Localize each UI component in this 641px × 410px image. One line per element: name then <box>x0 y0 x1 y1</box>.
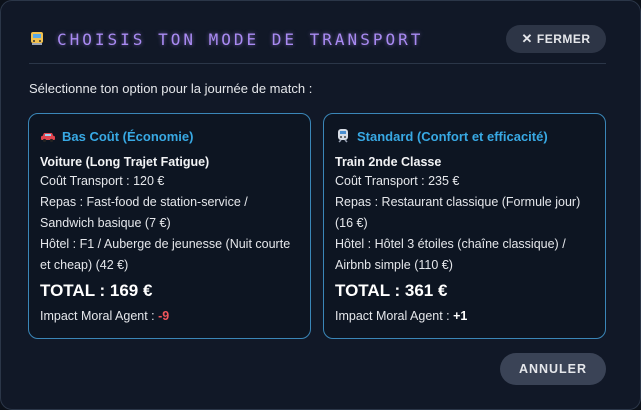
close-icon: ✕ <box>521 31 533 46</box>
transport-modal: CHOISIS TON MODE DE TRANSPORT ✕ FERMER S… <box>0 0 641 410</box>
option-total: TOTAL : 169 € <box>40 281 153 300</box>
modal-title: CHOISIS TON MODE DE TRANSPORT <box>57 29 424 49</box>
close-button-label: FERMER <box>536 32 591 46</box>
moral-value: +1 <box>453 309 468 323</box>
option-moral-impact: Impact Moral Agent : -9 <box>40 306 298 327</box>
modal-header: CHOISIS TON MODE DE TRANSPORT <box>29 27 423 51</box>
option-card-low-cost[interactable]: Bas Coût (Économie) Voiture (Long Trajet… <box>28 113 311 339</box>
option-moral-impact: Impact Moral Agent : +1 <box>335 306 593 327</box>
option-hotel: Hôtel : Hôtel 3 étoiles (chaîne classiqu… <box>335 237 566 272</box>
option-vehicle: Voiture (Long Trajet Fatigue) <box>40 155 210 169</box>
option-vehicle: Train 2nde Classe <box>335 155 442 169</box>
moral-value: -9 <box>158 309 170 323</box>
option-card-heading: Bas Coût (Économie) <box>40 126 298 146</box>
cancel-button[interactable]: ANNULER <box>500 353 606 385</box>
modal-subtitle: Sélectionne ton option pour la journée d… <box>29 81 313 96</box>
option-meal: Repas : Fast-food de station-service / S… <box>40 195 248 230</box>
option-card-heading: Standard (Confort et efficacité) <box>335 126 593 146</box>
option-total: TOTAL : 361 € <box>335 281 448 300</box>
close-button[interactable]: ✕ FERMER <box>506 25 606 53</box>
option-heading-text: Bas Coût (Économie) <box>62 128 194 144</box>
option-hotel: Hôtel : F1 / Auberge de jeunesse (Nuit c… <box>40 237 291 272</box>
tram-icon <box>29 31 45 47</box>
option-meal: Repas : Restaurant classique (Formule jo… <box>335 195 581 230</box>
option-transport-cost: Coût Transport : 120 € <box>40 174 165 188</box>
car-icon <box>40 129 56 143</box>
header-divider <box>29 63 606 64</box>
option-heading-text: Standard (Confort et efficacité) <box>357 128 548 144</box>
moral-label: Impact Moral Agent : <box>335 309 454 323</box>
option-card-standard[interactable]: Standard (Confort et efficacité) Train 2… <box>323 113 606 339</box>
train-icon <box>335 129 351 143</box>
option-transport-cost: Coût Transport : 235 € <box>335 174 460 188</box>
moral-label: Impact Moral Agent : <box>40 309 159 323</box>
